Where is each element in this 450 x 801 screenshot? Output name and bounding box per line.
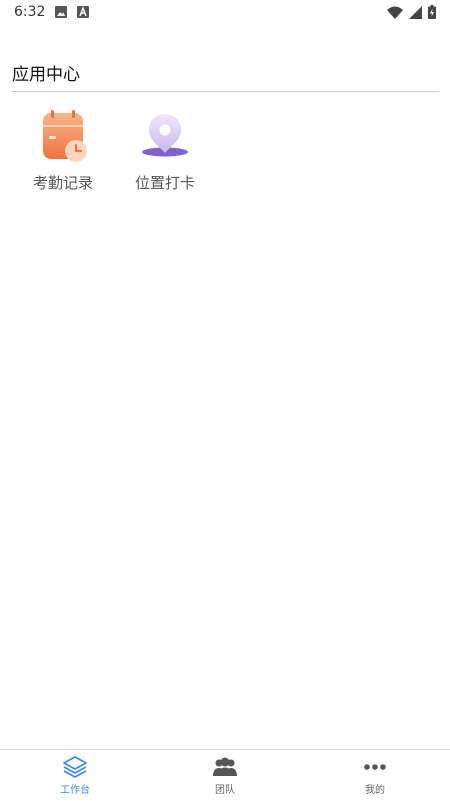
wifi-icon xyxy=(387,6,403,19)
more-dots-icon xyxy=(364,764,386,770)
status-left: 6:32 xyxy=(14,4,90,20)
signal-icon xyxy=(409,5,422,19)
tab-workbench[interactable]: 工作台 xyxy=(0,750,150,801)
clock: 6:32 xyxy=(14,4,46,20)
location-pin-icon xyxy=(142,114,188,157)
tab-label: 工作台 xyxy=(60,785,90,796)
tab-label: 我的 xyxy=(365,785,385,796)
attendance-calendar-clock-icon xyxy=(43,110,87,162)
bottom-nav: 工作台 团队 我的 xyxy=(0,749,450,801)
tab-team[interactable]: 团队 xyxy=(150,750,300,801)
app-label: 考勤记录 xyxy=(32,174,93,192)
status-bar: 6:32 xyxy=(0,0,450,24)
divider xyxy=(12,91,439,92)
image-icon xyxy=(55,6,68,18)
a-letter-icon xyxy=(77,6,90,18)
app-grid: 考勤记录 位置打卡 xyxy=(0,108,215,193)
team-icon xyxy=(213,757,237,776)
app-label: 位置打卡 xyxy=(134,174,195,192)
tab-mine[interactable]: 我的 xyxy=(300,750,450,801)
app-attendance-records[interactable]: 考勤记录 xyxy=(13,108,113,193)
tab-label: 团队 xyxy=(215,785,235,796)
section-title: 应用中心 xyxy=(12,65,80,85)
layers-icon xyxy=(63,756,87,778)
app-location-checkin[interactable]: 位置打卡 xyxy=(115,108,215,193)
status-right xyxy=(387,5,436,19)
battery-charging-icon xyxy=(428,5,436,19)
